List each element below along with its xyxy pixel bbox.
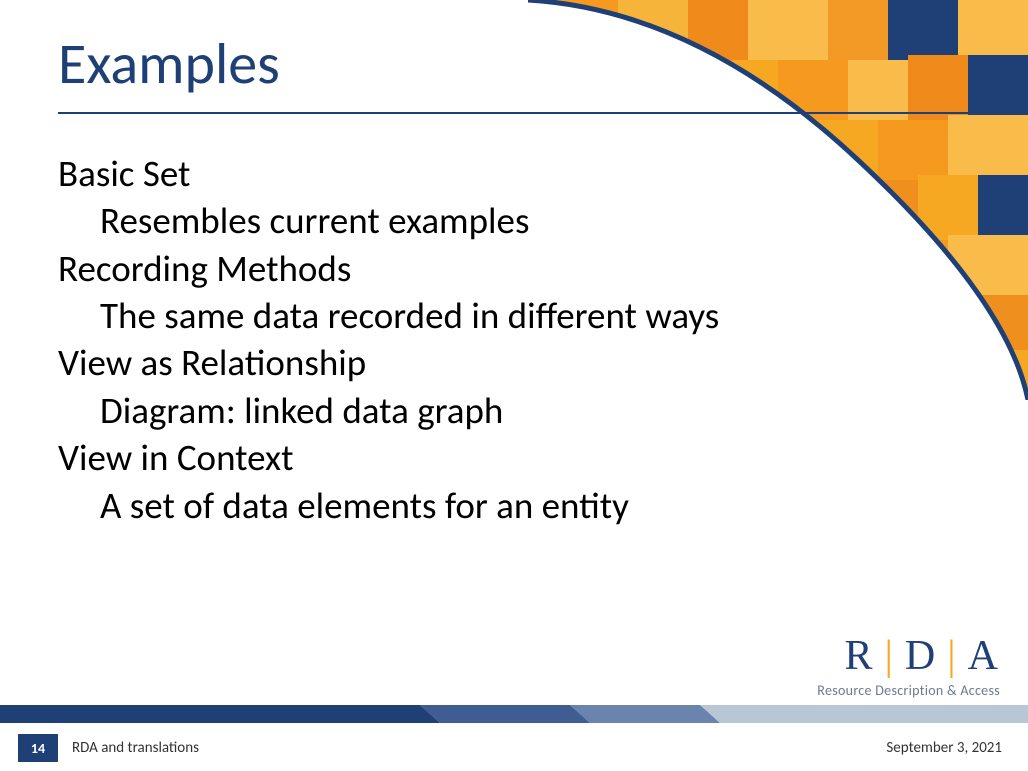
slide-title: Examples bbox=[58, 28, 280, 99]
title-divider bbox=[58, 112, 968, 114]
body-line-indent: A set of data elements for an entity bbox=[58, 482, 719, 529]
logo-tagline: Resource Description & Access bbox=[817, 682, 1000, 699]
logo-letter-d: D bbox=[905, 632, 937, 680]
body-line-indent: Diagram: linked data graph bbox=[58, 387, 719, 434]
footer-ribbon bbox=[0, 705, 1028, 723]
body-line-indent: Resembles current examples bbox=[58, 197, 719, 244]
body-line: View in Context bbox=[58, 434, 719, 481]
logo-letter-r: R bbox=[844, 632, 874, 680]
logo-letter-a: A bbox=[968, 632, 1000, 680]
slide-body: Basic Set Resembles current examples Rec… bbox=[58, 150, 719, 529]
body-line: Recording Methods bbox=[58, 245, 719, 292]
page-number: 14 bbox=[18, 734, 58, 762]
body-line: View as Relationship bbox=[58, 339, 719, 386]
footer-date: September 3, 2021 bbox=[886, 739, 1002, 757]
logo-divider-icon: | bbox=[947, 632, 957, 680]
slide-footer: 14 RDA and translations September 3, 202… bbox=[0, 725, 1028, 771]
body-line: Basic Set bbox=[58, 150, 719, 197]
body-line-indent: The same data recorded in different ways bbox=[58, 292, 719, 339]
rda-logo: R | D | A Resource Description & Access bbox=[817, 632, 1000, 699]
footer-doc-title: RDA and translations bbox=[72, 739, 199, 757]
logo-divider-icon: | bbox=[884, 632, 894, 680]
